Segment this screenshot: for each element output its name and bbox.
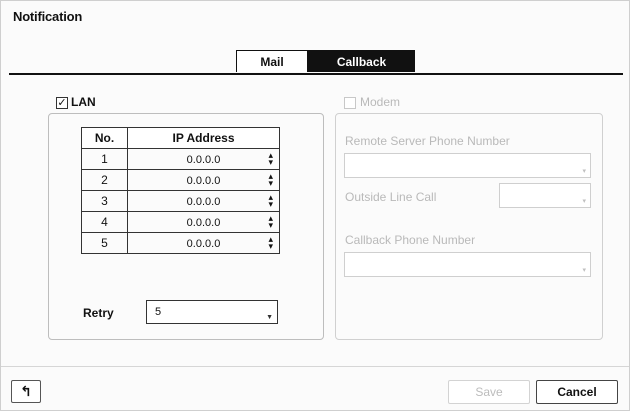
remote-server-phone-field[interactable]: ▾ bbox=[344, 153, 591, 178]
remote-server-phone-label: Remote Server Phone Number bbox=[345, 134, 510, 148]
ip-address-value: 0.0.0.0 bbox=[186, 196, 221, 208]
spinner-updown-icon[interactable]: ▴ ▾ bbox=[268, 235, 273, 251]
modem-label: Modem bbox=[360, 95, 401, 109]
ip-address-table: No. IP Address 1 0.0.0.0 ▴ ▾ 2 0.0.0.0 ▴ ▾ bbox=[81, 127, 280, 254]
row-number: 3 bbox=[81, 190, 128, 212]
retry-dropdown[interactable]: 5 ▼ bbox=[146, 300, 278, 324]
dialog-title: Notification bbox=[13, 9, 83, 24]
field-corner-icon: ▾ bbox=[582, 168, 586, 175]
retry-label: Retry bbox=[83, 306, 114, 320]
field-corner-icon: ▾ bbox=[582, 267, 586, 274]
callback-phone-label: Callback Phone Number bbox=[345, 233, 476, 247]
outside-line-call-field[interactable]: ▾ bbox=[499, 183, 591, 208]
tab-bar: Mail Callback bbox=[9, 47, 623, 75]
retry-value: 5 bbox=[155, 306, 162, 318]
footer-divider bbox=[1, 366, 629, 367]
tab-callback[interactable]: Callback bbox=[308, 50, 415, 72]
tab-mail[interactable]: Mail bbox=[236, 50, 308, 72]
ip-address-cell[interactable]: 0.0.0.0 ▴ ▾ bbox=[127, 190, 280, 212]
ip-address-cell[interactable]: 0.0.0.0 ▴ ▾ bbox=[127, 148, 280, 170]
outside-line-call-label: Outside Line Call bbox=[345, 190, 437, 204]
checkmark-icon: ✓ bbox=[57, 97, 67, 109]
table-row: 5 0.0.0.0 ▴ ▾ bbox=[81, 232, 280, 254]
table-row: 4 0.0.0.0 ▴ ▾ bbox=[81, 211, 280, 233]
table-row: 2 0.0.0.0 ▴ ▾ bbox=[81, 169, 280, 191]
modem-checkbox[interactable] bbox=[344, 97, 356, 109]
notification-dialog: Notification Mail Callback ✓ LAN No. IP … bbox=[0, 0, 630, 411]
spinner-updown-icon[interactable]: ▴ ▾ bbox=[268, 193, 273, 209]
back-arrow-icon: ↰ bbox=[20, 383, 32, 399]
column-header-no: No. bbox=[81, 127, 128, 149]
lan-checkbox[interactable]: ✓ bbox=[56, 97, 68, 109]
dropdown-arrow-icon: ▼ bbox=[266, 314, 273, 321]
row-number: 1 bbox=[81, 148, 128, 170]
row-number: 4 bbox=[81, 211, 128, 233]
ip-address-value: 0.0.0.0 bbox=[186, 175, 221, 187]
back-button[interactable]: ↰ bbox=[11, 380, 41, 403]
ip-address-cell[interactable]: 0.0.0.0 ▴ ▾ bbox=[127, 169, 280, 191]
callback-phone-field[interactable]: ▾ bbox=[344, 252, 591, 277]
table-row: 3 0.0.0.0 ▴ ▾ bbox=[81, 190, 280, 212]
row-number: 2 bbox=[81, 169, 128, 191]
field-corner-icon: ▾ bbox=[582, 198, 586, 205]
column-header-ip-address: IP Address bbox=[127, 127, 280, 149]
cancel-button[interactable]: Cancel bbox=[536, 380, 618, 404]
row-number: 5 bbox=[81, 232, 128, 254]
lan-label: LAN bbox=[71, 95, 96, 109]
spinner-updown-icon[interactable]: ▴ ▾ bbox=[268, 214, 273, 230]
ip-address-cell[interactable]: 0.0.0.0 ▴ ▾ bbox=[127, 232, 280, 254]
save-button[interactable]: Save bbox=[448, 380, 530, 404]
spinner-updown-icon[interactable]: ▴ ▾ bbox=[268, 172, 273, 188]
ip-address-value: 0.0.0.0 bbox=[186, 238, 221, 250]
table-row: 1 0.0.0.0 ▴ ▾ bbox=[81, 148, 280, 170]
spinner-updown-icon[interactable]: ▴ ▾ bbox=[268, 151, 273, 167]
ip-address-value: 0.0.0.0 bbox=[186, 217, 221, 229]
ip-address-cell[interactable]: 0.0.0.0 ▴ ▾ bbox=[127, 211, 280, 233]
ip-address-value: 0.0.0.0 bbox=[186, 154, 221, 166]
